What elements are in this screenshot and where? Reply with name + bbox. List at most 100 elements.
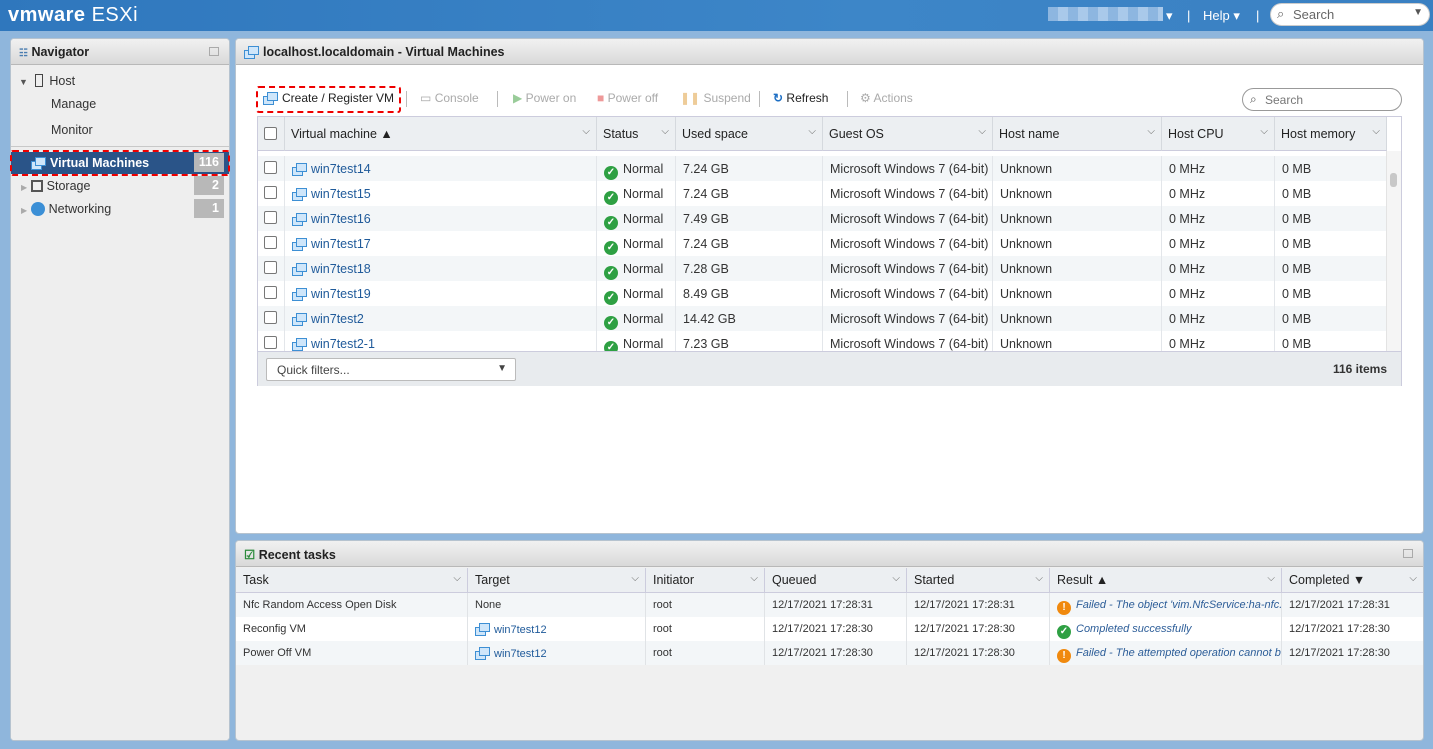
column-header-guest-os[interactable]: Guest OS ⌵ — [823, 117, 993, 151]
chevron-down-icon[interactable]: ⌵ — [453, 573, 461, 584]
column-header-completed[interactable]: Completed ▼ ⌵ — [1282, 568, 1423, 593]
cell-vm-name[interactable]: win7test2-1 — [285, 331, 597, 351]
column-header-status[interactable]: Status ⌵ — [597, 117, 676, 151]
minimize-icon[interactable] — [209, 47, 219, 56]
select-all-header[interactable] — [258, 117, 285, 151]
column-header-started[interactable]: Started ⌵ — [907, 568, 1050, 593]
table-row[interactable]: win7test2-1 ✓ Normal 7.23 GB Microsoft Windo… — [258, 331, 1387, 351]
row-checkbox-cell[interactable] — [258, 156, 285, 181]
table-row[interactable]: win7test14 ✓ Normal 7.24 GB Microsoft Window… — [258, 156, 1387, 181]
nav-monitor[interactable]: Monitor — [11, 119, 229, 141]
cell-vm-name[interactable]: win7test15 — [285, 181, 597, 206]
row-checkbox-cell[interactable] — [258, 181, 285, 206]
actions-button[interactable]: ⚙ Actions — [860, 91, 913, 105]
power-on-button[interactable]: ▶ Power on — [513, 91, 576, 105]
minimize-icon[interactable] — [1403, 549, 1413, 558]
row-checkbox[interactable] — [264, 236, 277, 249]
row-checkbox-cell[interactable] — [258, 306, 285, 331]
user-dropdown-icon[interactable]: ▾ — [1166, 8, 1173, 24]
cell-vm-name[interactable]: win7test19 — [285, 281, 597, 306]
nav-manage[interactable]: Manage — [11, 93, 229, 115]
select-all-checkbox[interactable] — [264, 127, 277, 140]
chevron-down-icon[interactable]: ⌵ — [808, 126, 816, 137]
chevron-down-icon[interactable]: ⌵ — [978, 126, 986, 137]
row-checkbox[interactable] — [264, 261, 277, 274]
chevron-down-icon[interactable]: ⌵ — [750, 573, 758, 584]
chevron-down-icon[interactable]: ⌵ — [1409, 573, 1417, 584]
vertical-scrollbar[interactable] — [1386, 151, 1401, 351]
column-header-queued[interactable]: Queued ⌵ — [765, 568, 907, 593]
column-header-host-cpu[interactable]: Host CPU ⌵ — [1162, 117, 1275, 151]
quick-filters-select[interactable]: Quick filters... ▼ — [266, 358, 516, 381]
chevron-down-icon[interactable]: ▼ — [1413, 7, 1423, 18]
column-header-vm-name[interactable]: Virtual machine ▲ ⌵ — [285, 117, 597, 151]
power-off-button[interactable]: ■ Power off — [597, 91, 658, 105]
row-checkbox-cell[interactable] — [258, 331, 285, 351]
vm-name-link[interactable]: win7test14 — [311, 162, 371, 176]
row-checkbox[interactable] — [264, 211, 277, 224]
vm-name-link[interactable]: win7test19 — [311, 287, 371, 301]
vm-name-link[interactable]: win7test17 — [311, 237, 371, 251]
chevron-down-icon[interactable]: ⌵ — [582, 126, 590, 137]
user-menu[interactable] — [1048, 7, 1163, 21]
column-header-result[interactable]: Result ▲ ⌵ — [1050, 568, 1282, 593]
vm-name-link[interactable]: win7test18 — [311, 262, 371, 276]
cell-vm-name[interactable]: win7test18 — [285, 256, 597, 281]
chevron-down-icon[interactable]: ⌵ — [1147, 126, 1155, 137]
row-checkbox[interactable] — [264, 186, 277, 199]
column-header-used-space[interactable]: Used space ⌵ — [676, 117, 823, 151]
scrollbar-thumb[interactable] — [1390, 173, 1397, 187]
cell-vm-name[interactable]: win7test16 — [285, 206, 597, 231]
column-header-task[interactable]: Task ⌵ — [236, 568, 468, 593]
refresh-button[interactable]: ↻ Refresh — [773, 91, 828, 105]
nav-storage[interactable]: ▶ Storage 2 — [11, 175, 229, 197]
column-header-host-memory[interactable]: Host memory ⌵ — [1275, 117, 1387, 151]
cell-text[interactable]: win7test12 — [494, 648, 547, 660]
vm-name-link[interactable]: win7test2 — [311, 312, 364, 326]
help-menu[interactable]: Help ▾ — [1203, 8, 1240, 24]
cell-vm-name[interactable]: win7test14 — [285, 156, 597, 181]
table-row[interactable]: win7test2 ✓ Normal 14.42 GB Microsoft Window… — [258, 306, 1387, 331]
chevron-down-icon[interactable]: ⌵ — [892, 573, 900, 584]
table-row[interactable]: win7test15 ✓ Normal 7.24 GB Microsoft Window… — [258, 181, 1387, 206]
row-checkbox-cell[interactable] — [258, 206, 285, 231]
vm-name-link[interactable]: win7test2-1 — [311, 337, 375, 351]
table-row[interactable]: win7test17 ✓ Normal 7.24 GB Microsoft Window… — [258, 231, 1387, 256]
cell-text: 7.28 GB — [683, 262, 729, 276]
table-row[interactable]: win7test16 ✓ Normal 7.49 GB Microsoft Window… — [258, 206, 1387, 231]
stop-icon: ■ — [597, 91, 605, 105]
column-header-target[interactable]: Target ⌵ — [468, 568, 646, 593]
row-checkbox[interactable] — [264, 311, 277, 324]
column-header-host-name[interactable]: Host name ⌵ — [993, 117, 1162, 151]
chevron-down-icon[interactable]: ⌵ — [1372, 126, 1380, 137]
row-checkbox[interactable] — [264, 161, 277, 174]
expand-icon[interactable]: ▶ — [21, 206, 27, 215]
nav-networking[interactable]: ▶ Networking 1 — [11, 198, 229, 220]
vm-search-input[interactable]: ⌕ Search — [1242, 88, 1402, 111]
expand-icon[interactable]: ▼ — [19, 77, 28, 87]
chevron-down-icon[interactable]: ⌵ — [1260, 126, 1268, 137]
global-search-input[interactable]: ⌕ Search ▼ — [1270, 3, 1430, 26]
expand-icon[interactable]: ▶ — [21, 183, 27, 192]
cell-vm-name[interactable]: win7test2 — [285, 306, 597, 331]
console-button[interactable]: ▭ Console — [420, 91, 479, 105]
table-row[interactable]: win7test18 ✓ Normal 7.28 GB Microsoft Window… — [258, 256, 1387, 281]
row-checkbox-cell[interactable] — [258, 256, 285, 281]
row-checkbox[interactable] — [264, 286, 277, 299]
row-checkbox-cell[interactable] — [258, 231, 285, 256]
vm-name-link[interactable]: win7test15 — [311, 187, 371, 201]
chevron-down-icon[interactable]: ⌵ — [1035, 573, 1043, 584]
nav-host[interactable]: ▼ Host — [11, 70, 229, 92]
cell-vm-name[interactable]: win7test17 — [285, 231, 597, 256]
row-checkbox-cell[interactable] — [258, 281, 285, 306]
chevron-down-icon[interactable]: ⌵ — [661, 126, 669, 137]
row-checkbox[interactable] — [264, 336, 277, 349]
vm-name-link[interactable]: win7test16 — [311, 212, 371, 226]
chevron-down-icon[interactable]: ⌵ — [631, 573, 639, 584]
column-header-initiator[interactable]: Initiator ⌵ — [646, 568, 765, 593]
chevron-down-icon[interactable]: ⌵ — [1267, 573, 1275, 584]
suspend-button[interactable]: ❚❚ Suspend — [680, 91, 751, 105]
table-row[interactable]: win7test19 ✓ Normal 8.49 GB Microsoft Window… — [258, 281, 1387, 306]
storage-count-badge: 2 — [194, 176, 224, 195]
cell-text[interactable]: win7test12 — [494, 624, 547, 636]
